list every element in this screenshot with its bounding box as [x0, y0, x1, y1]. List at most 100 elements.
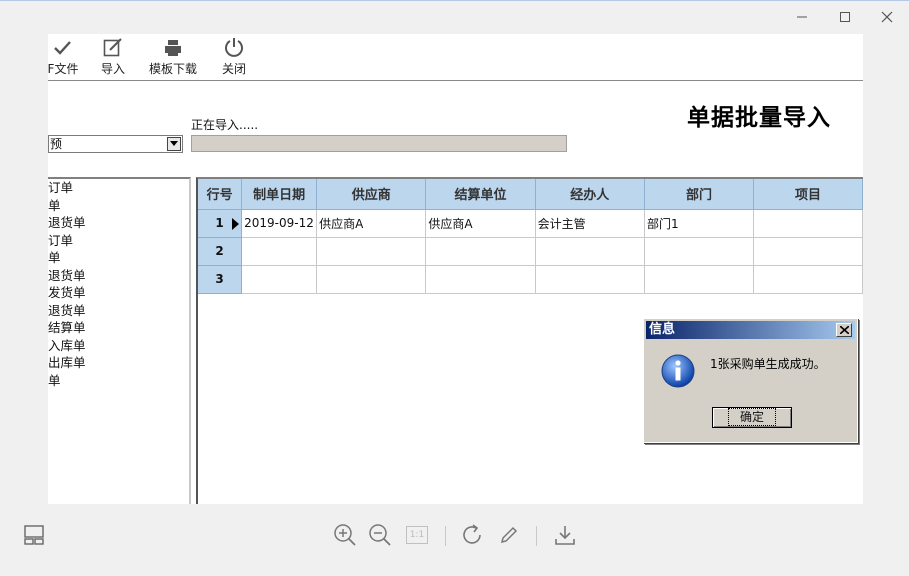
power-icon	[225, 38, 243, 57]
column-header-department[interactable]: 部门	[644, 179, 755, 210]
check-icon	[54, 41, 71, 55]
handler-cell[interactable]	[535, 265, 645, 294]
dialog-ok-button[interactable]: 确定	[712, 407, 792, 428]
current-row-marker-icon	[232, 217, 240, 230]
handler-cell[interactable]: 会计主管	[535, 209, 645, 238]
dialog-title-bar[interactable]: 信息	[646, 321, 855, 339]
toolbar-close-label: 关闭	[221, 62, 246, 76]
toolbar-close[interactable]: 关闭	[216, 34, 252, 80]
edit-icon	[103, 38, 122, 57]
import-progress-bar	[191, 135, 567, 152]
list-item[interactable]: 订单	[48, 179, 189, 197]
project-cell[interactable]	[753, 237, 863, 266]
column-header-handler[interactable]: 经办人	[535, 179, 645, 210]
viewer-toolbar-divider	[536, 526, 537, 546]
column-header-date[interactable]: 制单日期	[241, 179, 318, 210]
download-button[interactable]	[552, 522, 578, 548]
chevron-down-icon[interactable]	[167, 137, 181, 151]
list-item[interactable]: 单	[48, 372, 189, 390]
layout-toggle-button[interactable]	[21, 522, 47, 548]
column-header-supplier[interactable]: 供应商	[316, 179, 427, 210]
settlement-cell[interactable]: 供应商A	[425, 209, 536, 238]
maximize-icon	[840, 12, 850, 22]
toolbar-template-download-label: 模板下载	[148, 62, 197, 76]
download-icon	[555, 526, 575, 545]
toolbar-divider	[48, 80, 863, 81]
supplier-cell[interactable]: 供应商A	[316, 209, 427, 238]
list-item[interactable]: 退货单	[48, 267, 189, 285]
department-cell[interactable]	[644, 237, 755, 266]
row-number-cell[interactable]: 1	[198, 209, 243, 238]
layout-icon	[24, 525, 44, 545]
dialog-message: 1张采购单生成成功。	[710, 357, 826, 371]
annotate-button[interactable]	[496, 522, 522, 548]
actual-size-button[interactable]: 1:1	[404, 522, 430, 548]
page-title: 单据批量导入	[687, 104, 831, 131]
viewer-toolbar-divider	[445, 526, 446, 546]
toolbar-open-file[interactable]: F文件	[48, 34, 84, 80]
zoom-in-button[interactable]	[332, 522, 358, 548]
info-icon	[661, 354, 695, 388]
dialog-title: 信息	[649, 322, 676, 337]
table-row: 2	[198, 237, 863, 266]
zoom-out-icon	[369, 524, 391, 546]
table-header-row: 行号 制单日期 供应商 结算单位 经办人 部门 项目	[198, 179, 863, 210]
department-cell[interactable]	[644, 265, 755, 294]
list-item[interactable]: 退货单	[48, 214, 189, 232]
list-item[interactable]: 单	[48, 249, 189, 267]
row-number: 1	[215, 216, 224, 230]
actual-size-label: 1:1	[409, 530, 425, 540]
document-type-select-value: 预	[50, 137, 63, 151]
date-cell[interactable]: 2019-09-12	[241, 209, 318, 238]
column-header-settlement[interactable]: 结算单位	[425, 179, 536, 210]
list-item[interactable]: 出库单	[48, 354, 189, 372]
list-item[interactable]: 入库单	[48, 337, 189, 355]
window-top-border	[0, 0, 909, 1]
supplier-cell[interactable]	[316, 265, 427, 294]
zoom-out-button[interactable]	[367, 522, 393, 548]
minimize-button[interactable]	[790, 6, 814, 28]
list-item[interactable]: 单	[48, 197, 189, 215]
close-icon	[881, 11, 893, 23]
info-dialog: 信息 1张采购单生成成功。 确定	[643, 318, 858, 443]
close-window-button[interactable]	[875, 6, 899, 28]
rotate-icon	[463, 524, 481, 544]
zoom-in-icon	[334, 524, 356, 546]
table-row: 3	[198, 265, 863, 294]
date-cell[interactable]	[241, 265, 318, 294]
dialog-ok-label: 确定	[727, 408, 777, 426]
dialog-close-button[interactable]	[836, 323, 852, 337]
table-row: 1 2019-09-12 供应商A 供应商A 会计主管 部门1	[198, 209, 863, 238]
data-table: 行号 制单日期 供应商 结算单位 经办人 部门 项目 1 2019-09-12 …	[198, 179, 863, 294]
settlement-cell[interactable]	[425, 237, 536, 266]
toolbar-template-download[interactable]: 模板下载	[144, 34, 202, 80]
pen-icon	[500, 526, 518, 544]
column-header-row-no[interactable]: 行号	[198, 179, 243, 210]
list-item[interactable]: 退货单	[48, 302, 189, 320]
list-item[interactable]: 订单	[48, 232, 189, 250]
close-icon	[839, 326, 849, 334]
maximize-button[interactable]	[833, 6, 857, 28]
printer-icon	[165, 40, 181, 56]
supplier-cell[interactable]	[316, 237, 427, 266]
handler-cell[interactable]	[535, 237, 645, 266]
settlement-cell[interactable]	[425, 265, 536, 294]
rotate-button[interactable]	[460, 522, 486, 548]
row-number-cell[interactable]: 2	[198, 237, 243, 266]
project-cell[interactable]	[753, 265, 863, 294]
toolbar-import-label: 导入	[100, 62, 125, 76]
date-cell[interactable]	[241, 237, 318, 266]
toolbar-import[interactable]: 导入	[96, 34, 130, 80]
list-item[interactable]: 结算单	[48, 319, 189, 337]
toolbar-open-file-label: F文件	[48, 62, 79, 76]
minimize-icon	[797, 16, 807, 18]
department-cell[interactable]: 部门1	[644, 209, 755, 238]
project-cell[interactable]	[753, 209, 863, 238]
row-number-cell[interactable]: 3	[198, 265, 243, 294]
import-status-text: 正在导入.....	[191, 118, 259, 132]
document-type-select[interactable]: 预	[48, 135, 183, 153]
list-item[interactable]: 发货单	[48, 284, 189, 302]
document-type-list: 订单 单 退货单 订单 单 退货单 发货单 退货单 结算单 入库单 出库单 单	[48, 177, 191, 504]
actual-size-icon: 1:1	[406, 526, 428, 544]
column-header-project[interactable]: 项目	[753, 179, 863, 210]
